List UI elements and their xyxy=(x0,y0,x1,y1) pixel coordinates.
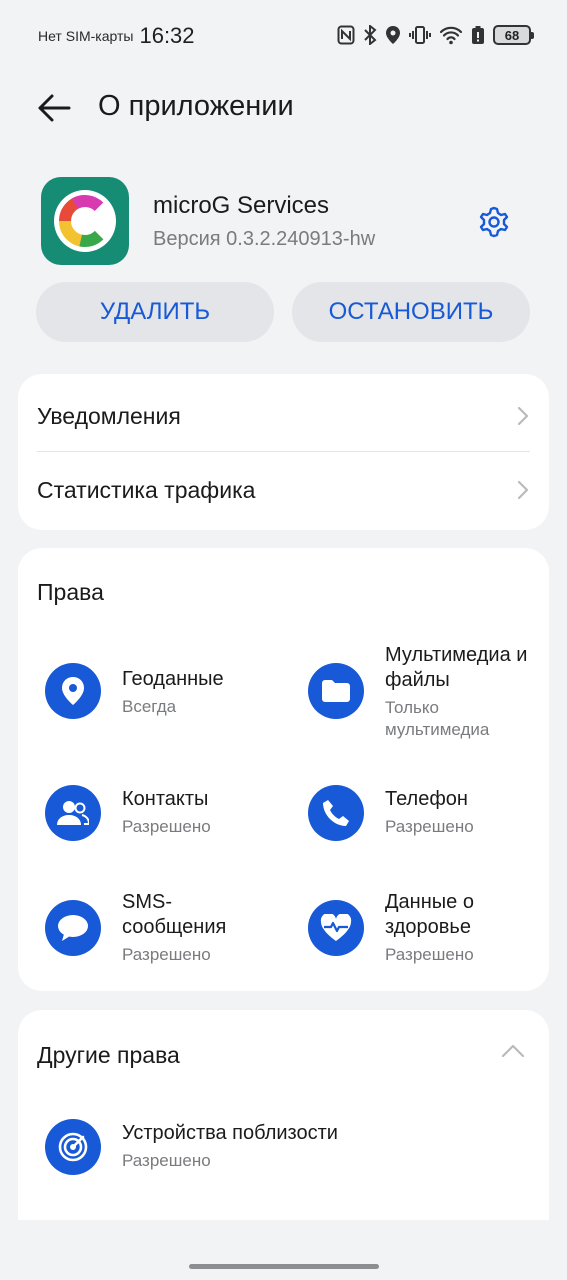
app-settings-button[interactable] xyxy=(476,204,512,240)
chevron-up-icon xyxy=(501,1044,525,1058)
permission-name: Данные о здоровье xyxy=(385,891,474,938)
permission-media-files[interactable]: Мультимедиа и файлы Только мультимедиа xyxy=(308,644,527,739)
wifi-icon xyxy=(439,26,463,45)
battery-saver-icon xyxy=(472,26,484,44)
gear-icon xyxy=(479,206,509,238)
page-title: О приложении xyxy=(98,90,294,122)
health-icon xyxy=(308,900,364,956)
back-button[interactable] xyxy=(34,88,74,128)
traffic-stats-label: Статистика трафика xyxy=(37,476,256,503)
nearby-devices-icon xyxy=(45,1119,101,1175)
vibrate-icon xyxy=(409,26,431,44)
permission-name: Мультимедиа и файлы xyxy=(385,644,528,691)
folder-icon xyxy=(308,663,364,719)
arrow-back-icon xyxy=(38,94,71,122)
chevron-right-icon xyxy=(517,406,529,426)
permission-health[interactable]: Данные о здоровье Разрешено xyxy=(308,891,474,964)
permission-status: Разрешено xyxy=(122,817,211,836)
collapse-button[interactable] xyxy=(501,1044,525,1063)
permission-name: Геоданные xyxy=(122,668,224,690)
home-indicator[interactable] xyxy=(189,1264,379,1269)
permission-sms[interactable]: SMS-сообщения Разрешено xyxy=(45,891,226,964)
permission-location[interactable]: Геоданные Всегда xyxy=(45,663,224,719)
contacts-icon xyxy=(45,785,101,841)
clock: 16:32 xyxy=(139,23,195,48)
nfc-icon xyxy=(337,25,355,45)
permission-status: Разрешено xyxy=(122,1151,211,1170)
permission-status: Разрешено xyxy=(385,945,474,964)
microg-logo-icon xyxy=(54,190,116,252)
permission-contacts[interactable]: Контакты Разрешено xyxy=(45,785,211,841)
notifications-row[interactable]: Уведомления xyxy=(18,378,549,454)
permission-name: SMS-сообщения xyxy=(122,891,227,938)
permission-name: Контакты xyxy=(122,788,209,810)
status-bar: Нет SIM-карты 16:32 68 xyxy=(0,0,567,72)
app-links-card: Уведомления Статистика трафика xyxy=(18,374,549,530)
permission-phone[interactable]: Телефон Разрешено xyxy=(308,785,474,841)
permission-status: Разрешено xyxy=(122,945,211,964)
other-permissions-title: Другие права xyxy=(37,1042,180,1068)
permissions-card: Права Геоданные Всегда Мультимедиа и фай… xyxy=(18,548,549,991)
permission-status: Разрешено xyxy=(385,817,474,836)
permission-status: Всегда xyxy=(122,697,177,716)
app-bar: О приложении xyxy=(0,72,567,142)
app-version: Версия 0.3.2.240913-hw xyxy=(153,228,376,250)
location-icon xyxy=(45,663,101,719)
permissions-title: Права xyxy=(37,579,104,605)
permission-name: Устройства поблизости xyxy=(122,1122,338,1144)
app-name: microG Services xyxy=(153,192,330,219)
sms-icon xyxy=(45,900,101,956)
notifications-label: Уведомления xyxy=(37,402,181,429)
permission-name: Телефон xyxy=(385,788,468,810)
permission-status: Только мультимедиа xyxy=(385,698,490,739)
traffic-stats-row[interactable]: Статистика трафика xyxy=(18,452,549,528)
force-stop-button[interactable]: ОСТАНОВИТЬ xyxy=(292,282,530,342)
permission-nearby-devices[interactable]: Устройства поблизости Разрешено xyxy=(45,1119,338,1175)
battery-indicator: 68 xyxy=(493,25,534,45)
uninstall-button[interactable]: УДАЛИТЬ xyxy=(36,282,274,342)
chevron-right-icon xyxy=(517,480,529,500)
status-icons: 68 xyxy=(337,22,534,48)
app-icon xyxy=(41,177,129,265)
location-status-icon xyxy=(386,26,400,44)
other-permissions-card: Другие права Устройства поблизости Разре… xyxy=(18,1010,549,1220)
phone-icon xyxy=(308,785,364,841)
sim-status: Нет SIM-карты xyxy=(38,28,134,44)
bluetooth-icon xyxy=(364,25,377,45)
